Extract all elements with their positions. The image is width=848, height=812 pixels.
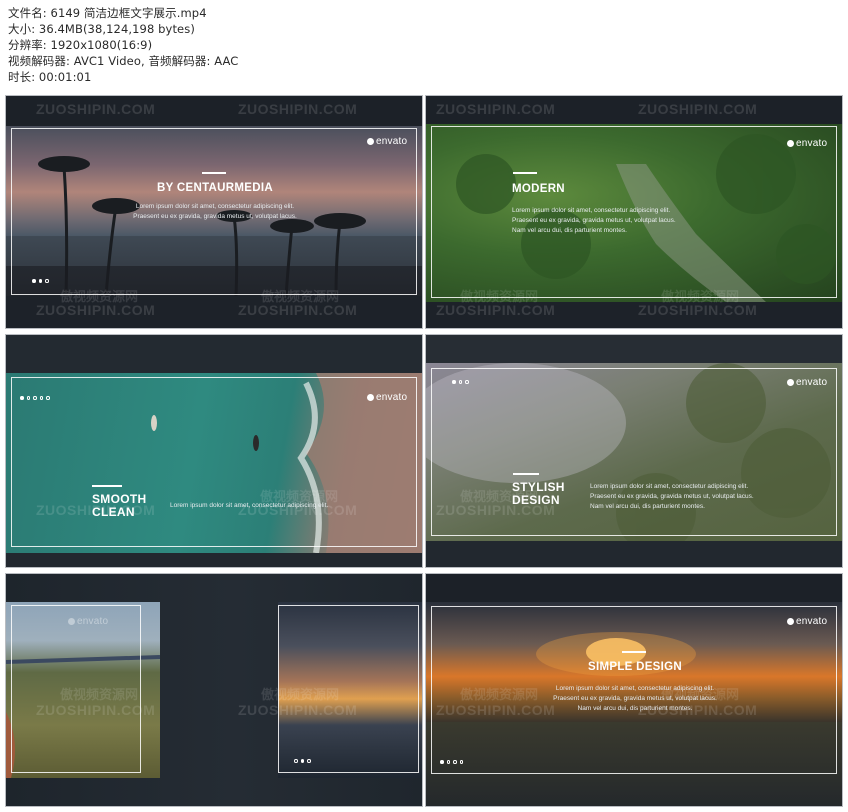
envato-logo: envato xyxy=(787,138,827,149)
watermark: ZUOSHIPIN.COM xyxy=(638,101,758,117)
accent-rule xyxy=(622,651,646,653)
dot[interactable] xyxy=(465,380,469,384)
dot[interactable] xyxy=(32,279,36,283)
watermark: ZUOSHIPIN.COM xyxy=(638,302,758,318)
slide-body: Lorem ipsum dolor sit amet, consectetur … xyxy=(512,206,676,236)
dot[interactable] xyxy=(307,759,311,763)
slide-title: BY CENTAURMEDIA xyxy=(157,182,273,194)
slide-dots[interactable] xyxy=(32,279,49,283)
envato-logo: envato xyxy=(367,392,407,403)
body-line-1: Lorem ipsum dolor sit amet, consectetur … xyxy=(135,203,295,210)
watermark-cn: 傲视频资源网 xyxy=(661,688,740,703)
body-line-2: Praesent eu ex gravida, gravida metus ut… xyxy=(133,213,297,220)
dot[interactable] xyxy=(452,380,456,384)
accent-rule xyxy=(202,172,226,174)
dot[interactable] xyxy=(294,759,298,763)
envato-text: envato xyxy=(796,138,828,149)
dot[interactable] xyxy=(453,760,457,764)
watermark: ZUOSHIPIN.COM xyxy=(436,702,556,718)
accent-rule xyxy=(513,172,537,174)
size-line: 大小: 36.4MB(38,124,198 bytes) xyxy=(8,22,195,36)
envato-leaf-icon xyxy=(367,394,374,401)
dot[interactable] xyxy=(33,396,37,400)
envato-leaf-icon xyxy=(787,140,794,147)
thumbnail-4[interactable]: envato STYLISH DESIGN Lorem ipsum dolor … xyxy=(425,334,843,568)
codec-line: 视频解码器: AVC1 Video, 音频解码器: AAC xyxy=(8,54,239,68)
watermark: ZUOSHIPIN.COM xyxy=(238,702,358,718)
envato-leaf-icon xyxy=(787,618,794,625)
thumbnail-3[interactable]: envato SMOOTH CLEAN Lorem ipsum dolor si… xyxy=(5,334,423,568)
slide-dots[interactable] xyxy=(440,760,463,764)
watermark-cn: 傲视频资源网 xyxy=(261,688,340,703)
envato-logo: envato xyxy=(367,136,407,147)
body-line-2: Praesent eu ex gravida, gravida metus ut… xyxy=(512,217,676,224)
watermark-cn: 傲视频资源网 xyxy=(60,688,139,703)
slide-dots[interactable] xyxy=(452,380,469,384)
dot[interactable] xyxy=(39,396,43,400)
watermark: ZUOSHIPIN.COM xyxy=(238,101,358,117)
watermark: ZUOSHIPIN.COM xyxy=(238,502,358,518)
thumbnail-2[interactable]: envato MODERN Lorem ipsum dolor sit amet… xyxy=(425,95,843,329)
dot[interactable] xyxy=(38,279,42,283)
file-info: 文件名: 6149 简洁边框文字展示.mp4 大小: 36.4MB(38,124… xyxy=(8,5,238,85)
watermark: ZUOSHIPIN.COM xyxy=(436,302,556,318)
body-line-2: Praesent eu ex gravida, gravida metus ut… xyxy=(590,493,754,500)
thumbnail-6[interactable]: envato SIMPLE DESIGN Lorem ipsum dolor s… xyxy=(425,573,843,807)
envato-text: envato xyxy=(796,616,828,627)
dot[interactable] xyxy=(20,396,24,400)
watermark: ZUOSHIPIN.COM xyxy=(638,702,758,718)
body-line-3: Nam vel arcu dui, dis parturient montes. xyxy=(512,227,627,234)
slide-body: Lorem ipsum dolor sit amet, consectetur … xyxy=(590,482,754,512)
slide-dots[interactable] xyxy=(20,396,50,400)
envato-logo: envato xyxy=(787,616,827,627)
slide-title: MODERN xyxy=(512,183,565,195)
thumbnail-5[interactable]: envato 傲视频资源网 傲视频资源网 ZUOSHIPIN.COM ZUOSH… xyxy=(5,573,423,807)
slide-title: SIMPLE DESIGN xyxy=(588,661,682,673)
watermark: ZUOSHIPIN.COM xyxy=(436,502,556,518)
watermark: ZUOSHIPIN.COM xyxy=(238,302,358,318)
watermark: ZUOSHIPIN.COM xyxy=(36,302,156,318)
dot[interactable] xyxy=(440,760,444,764)
watermark-cn: 傲视频资源网 xyxy=(460,688,539,703)
envato-leaf-icon xyxy=(68,618,75,625)
body-line-3: Nam vel arcu dui, dis parturient montes. xyxy=(590,503,705,510)
text-frame xyxy=(11,377,417,547)
resolution-line: 分辨率: 1920x1080(16:9) xyxy=(8,38,153,52)
dot[interactable] xyxy=(26,396,30,400)
body-line-1: Lorem ipsum dolor sit amet, consectetur … xyxy=(512,207,671,214)
envato-text: envato xyxy=(796,377,828,388)
dot[interactable] xyxy=(46,396,50,400)
watermark: ZUOSHIPIN.COM xyxy=(36,101,156,117)
filename-line: 文件名: 6149 简洁边框文字展示.mp4 xyxy=(8,6,207,20)
envato-logo: envato xyxy=(68,616,108,627)
envato-leaf-icon xyxy=(367,138,374,145)
envato-text: envato xyxy=(376,136,408,147)
slide-body: Lorem ipsum dolor sit amet, consectetur … xyxy=(6,202,422,222)
watermark: ZUOSHIPIN.COM xyxy=(36,702,156,718)
dot[interactable] xyxy=(458,380,462,384)
dot[interactable] xyxy=(300,759,304,763)
envato-text: envato xyxy=(77,616,109,627)
watermark: ZUOSHIPIN.COM xyxy=(436,101,556,117)
accent-rule xyxy=(513,473,539,475)
dot[interactable] xyxy=(45,279,49,283)
dot[interactable] xyxy=(446,760,450,764)
accent-rule xyxy=(92,485,122,487)
body-line-1: Lorem ipsum dolor sit amet, consectetur … xyxy=(590,483,749,490)
slide-dots[interactable] xyxy=(294,759,311,763)
duration-line: 时长: 00:01:01 xyxy=(8,70,92,84)
envato-leaf-icon xyxy=(787,379,794,386)
envato-logo: envato xyxy=(787,377,827,388)
thumbnail-1[interactable]: envato BY CENTAURMEDIA Lorem ipsum dolor… xyxy=(5,95,423,329)
watermark: ZUOSHIPIN.COM xyxy=(36,502,156,518)
envato-text: envato xyxy=(376,392,408,403)
dot[interactable] xyxy=(459,760,463,764)
